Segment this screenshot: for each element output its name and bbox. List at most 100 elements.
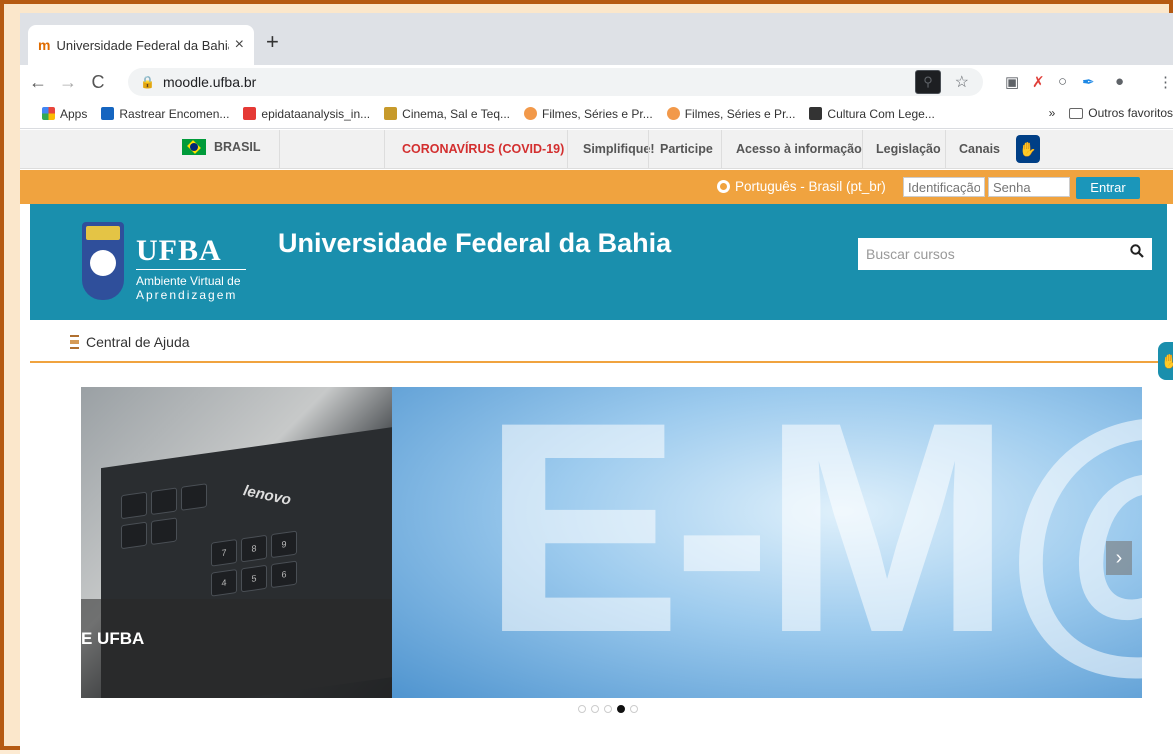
bookmark-epidata[interactable]: epidataanalysis_in... [243,107,370,121]
keyboard-key: 7 [211,538,237,567]
gov-bar: BRASIL CORONAVÍRUS (COVID-19) Simplifiqu… [20,130,1173,169]
password-input[interactable] [988,177,1070,197]
brazil-flag-icon [182,139,206,155]
gov-link-covid[interactable]: CORONAVÍRUS (COVID-19) [402,142,564,156]
site-title[interactable]: Universidade Federal da Bahia [278,228,671,259]
username-input[interactable] [903,177,985,197]
hourglass-icon [70,335,79,349]
address-row: ← → C 🔒 moodle.ufba.br ⚲ ☆ ▣ ✗ ○ ✒ ● ⋮ [20,65,1173,99]
bookmark-star-icon[interactable]: ☆ [955,72,969,92]
gov-link-canais[interactable]: Canais [959,142,1000,156]
forward-icon[interactable]: → [56,72,80,93]
keyboard-key: 6 [271,560,297,589]
carousel-dot[interactable] [630,705,638,713]
search-icon[interactable] [1130,244,1144,258]
other-bookmarks-folder[interactable]: Outros favoritos [1088,106,1173,120]
globe-icon [717,180,730,193]
gov-link-acesso[interactable]: Acesso à informação [736,142,862,156]
divider [721,130,722,169]
divider [862,130,863,169]
bookmark-cultura[interactable]: Cultura Com Lege... [809,106,935,121]
page-frame: m Universidade Federal da Bahia × + ← → … [0,0,1173,754]
carousel-dot[interactable] [591,705,599,713]
browser-tab[interactable]: m Universidade Federal da Bahia × [28,25,254,65]
extension-pen-icon[interactable]: ✒ [1082,73,1095,91]
moodle-favicon-icon: m [38,37,51,53]
bookmark-label: Filmes, Séries e Pr... [542,106,653,121]
language-selector[interactable]: Português - Brasil (pt_br) [717,179,886,194]
bookmark-label: epidataanalysis_in... [261,106,371,121]
ufba-crest-logo[interactable] [82,222,124,300]
logo-subtitle-2: Aprendizagem [136,288,238,302]
bookmark-label: Filmes, Séries e Pr... [684,106,796,121]
carousel-dot-active[interactable] [617,705,625,713]
keyboard-key: 4 [211,568,237,597]
new-tab-button[interactable]: + [266,29,279,55]
gov-link-simplifique[interactable]: Simplifique! [583,142,655,156]
bookmark-cinema[interactable]: Cinema, Sal e Teq... [384,107,510,121]
bookmark-filmes-1[interactable]: Filmes, Séries e Pr... [524,107,653,121]
help-bar: Central de Ajuda [30,320,1167,363]
divider [384,130,385,169]
gov-brasil-link[interactable]: BRASIL [182,139,261,155]
bookmark-apps[interactable]: Apps [42,107,87,121]
help-label: Central de Ajuda [86,334,190,350]
course-search[interactable]: Buscar cursos [858,238,1152,270]
reload-icon[interactable]: C [86,72,110,93]
bookmark-label: Cinema, Sal e Teq... [402,106,510,121]
logo-subtitle: Ambiente Virtual de [136,274,241,288]
gov-link-participe[interactable]: Participe [660,142,713,156]
slide-caption-text[interactable]: E UFBA [81,629,144,649]
keyboard-key [151,487,177,516]
epidata-icon [243,107,257,120]
slide-caption: E UFBA [81,599,392,698]
language-label: Português - Brasil (pt_br) [735,179,886,194]
bookmark-rastrear[interactable]: Rastrear Encomen... [101,107,229,121]
help-center-link[interactable]: Central de Ajuda [70,334,190,350]
bookmark-label: Cultura Com Lege... [827,106,935,121]
bookmark-label: Rastrear Encomen... [119,106,230,121]
carousel-slide-email: E-M@ [392,387,1142,698]
bookmarks-overflow: » Outros favoritos [1049,106,1173,120]
login-button[interactable]: Entrar [1076,177,1140,199]
bookmark-label: Apps [60,106,88,121]
gov-link-legislacao[interactable]: Legislação [876,142,941,156]
profile-avatar-icon[interactable]: ● [1115,73,1124,90]
apps-grid-icon [42,107,55,120]
extension-icon[interactable]: ✗ [1032,73,1045,91]
extension-circle-icon[interactable]: ○ [1058,73,1067,90]
url-text: moodle.ufba.br [162,74,257,90]
keyboard-key: 9 [271,530,297,559]
key-icon[interactable]: ⚲ [915,70,941,94]
divider [648,130,649,169]
carousel-dot[interactable] [578,705,586,713]
tab-bar: m Universidade Federal da Bahia × + [20,13,1173,65]
vlibras-hand-icon[interactable]: ✋ [1016,135,1040,163]
divider [945,130,946,169]
address-bar[interactable]: 🔒 moodle.ufba.br ⚲ ☆ [128,68,983,96]
accessibility-hand-icon[interactable]: ✋ [1158,342,1173,380]
brasil-label: BRASIL [214,140,261,154]
tab-title: Universidade Federal da Bahia [56,37,229,53]
rastrear-icon [101,107,115,120]
tab-close-icon[interactable]: × [235,36,244,54]
menu-icon[interactable]: ⋮ [1158,73,1173,91]
cultura-icon [809,107,823,120]
keyboard-key [121,521,147,550]
filmes-icon [666,107,680,120]
bookmarks-more-button[interactable]: » [1049,106,1056,120]
keyboard-key [121,491,147,520]
bookmark-filmes-2[interactable]: Filmes, Séries e Pr... [666,106,796,121]
keyboard-key: 8 [241,534,267,563]
browser-window: m Universidade Federal da Bahia × + ← → … [20,13,1173,754]
divider [279,130,280,169]
carousel-dot[interactable] [604,705,612,713]
bookmarks-bar: Apps Rastrear Encomen... epidataanalysis… [20,99,1173,129]
carousel-next-button[interactable]: › [1106,541,1132,575]
login-bar: Português - Brasil (pt_br) Entrar [20,170,1173,204]
back-icon[interactable]: ← [26,72,50,93]
facebook-extension-icon[interactable]: ▣ [1005,73,1019,91]
logo-word[interactable]: UFBA [136,234,222,268]
site-header: UFBA Ambiente Virtual de Aprendizagem Un… [30,204,1167,320]
carousel-indicators [578,705,643,713]
